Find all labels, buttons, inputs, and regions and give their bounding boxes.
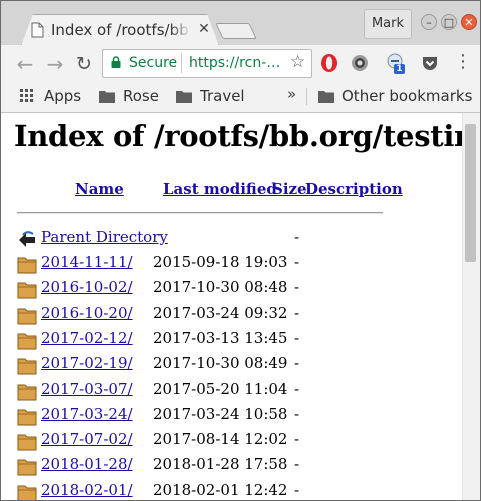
row-size: - <box>294 404 300 423</box>
folder-link[interactable]: 2017-07-02/ <box>41 430 133 448</box>
bookmark-travel[interactable]: Travel <box>200 87 245 105</box>
back-arrow-icon <box>19 231 35 247</box>
folder-icon <box>17 282 37 299</box>
opera-extension-icon[interactable] <box>318 52 340 74</box>
row-modified: 2017-10-30 08:48 <box>153 278 288 297</box>
extension-badge-count: 1 <box>396 64 403 74</box>
bookmarks-overflow-chevron[interactable]: » <box>287 85 296 103</box>
folder-icon <box>17 384 37 400</box>
table-row: 2017-07-02/2017-08-14 12:02- <box>1 428 462 452</box>
column-modified-link[interactable]: Last modified <box>163 180 277 198</box>
row-size: - <box>294 303 300 322</box>
table-row: 2016-10-20/2017-03-24 09:32- <box>1 302 462 326</box>
omnibox-divider <box>181 53 182 73</box>
row-size: - <box>294 228 300 246</box>
folder-icon <box>17 459 37 476</box>
folder-icon <box>17 333 37 350</box>
folder-icon <box>17 434 37 451</box>
maximize-button[interactable]: □ <box>441 14 457 30</box>
table-row: 2016-10-02/2017-10-30 08:48- <box>1 276 462 300</box>
other-bookmarks[interactable]: Other bookmarks <box>342 87 472 105</box>
header-rule <box>17 212 383 214</box>
table-row: 2017-03-24/2017-03-24 10:58- <box>1 403 462 427</box>
column-description-link[interactable]: Description <box>305 180 403 198</box>
folder-icon <box>17 308 37 325</box>
row-modified: 2017-03-13 13:45 <box>153 328 288 347</box>
secure-label: Secure <box>129 55 178 71</box>
folder-link[interactable]: 2014-11-11/ <box>41 253 133 271</box>
bookmarks-divider <box>306 88 307 105</box>
close-window-button[interactable]: ✕ <box>461 14 477 30</box>
row-modified: 2017-10-30 08:49 <box>153 354 288 373</box>
folder-icon <box>17 257 37 274</box>
parent-directory-link[interactable]: Parent Directory <box>41 228 168 246</box>
table-row: 2018-01-28/2018-01-28 17:58- <box>1 453 462 477</box>
row-modified: 2018-02-01 12:42 <box>153 480 288 499</box>
row-size: - <box>294 430 300 449</box>
lock-icon <box>111 56 121 68</box>
settings-gear-icon[interactable] <box>349 52 371 74</box>
folder-icon <box>176 91 192 103</box>
folder-icon <box>17 358 37 375</box>
table-row: 2018-02-01/2018-02-01 12:42- <box>1 479 462 500</box>
row-size: - <box>294 328 300 347</box>
reload-button[interactable]: ↻ <box>73 53 95 75</box>
new-tab-button[interactable] <box>215 23 257 39</box>
browser-window: Index of /rootfs/bb.org/testing ✕ Mark –… <box>0 0 481 501</box>
back-button[interactable]: ← <box>14 53 36 75</box>
row-size: - <box>294 480 300 499</box>
row-modified: 2018-01-28 17:58 <box>153 455 288 474</box>
row-size: - <box>294 253 300 271</box>
parent-directory-row: Parent Directory - <box>1 226 462 250</box>
folder-link[interactable]: 2017-03-24/ <box>41 405 133 423</box>
row-modified: 2017-03-24 10:58 <box>153 404 288 423</box>
url-text[interactable]: https://rcn-… <box>189 55 280 71</box>
row-modified: 2017-05-20 11:04 <box>153 379 288 398</box>
page-icon <box>31 22 44 38</box>
page-content: Index of /rootfs/bb.org/testing Name Las… <box>1 113 462 500</box>
folder-icon <box>318 91 334 103</box>
bookmark-apps[interactable]: Apps <box>44 87 81 105</box>
folder-icon <box>17 409 37 426</box>
row-modified: 2017-08-14 12:02 <box>153 430 288 449</box>
folder-icon <box>17 485 37 500</box>
folder-link[interactable]: 2017-02-19/ <box>41 354 133 372</box>
folder-link[interactable]: 2017-03-07/ <box>41 380 133 398</box>
row-size: - <box>294 278 300 297</box>
row-modified: 2017-03-24 09:32 <box>153 303 288 322</box>
column-name-link[interactable]: Name <box>75 180 124 198</box>
profile-button[interactable]: Mark <box>364 9 412 39</box>
folder-link[interactable]: 2016-10-20/ <box>41 304 133 322</box>
apps-grid-icon <box>20 89 33 102</box>
folder-icon <box>99 91 115 103</box>
table-row: 2017-02-19/2017-10-30 08:49- <box>1 352 462 376</box>
table-row: 2017-02-12/2017-03-13 13:45- <box>1 327 462 351</box>
table-row: 2017-03-07/2017-05-20 11:04- <box>1 378 462 402</box>
folder-link[interactable]: 2016-10-02/ <box>41 278 133 296</box>
bookmark-star-icon[interactable]: ☆ <box>290 52 305 72</box>
tab-close-icon[interactable]: ✕ <box>196 21 212 37</box>
folder-link[interactable]: 2018-02-01/ <box>41 481 133 499</box>
minimize-button[interactable]: – <box>421 14 437 30</box>
row-modified: 2015-09-18 19:03 <box>153 253 288 271</box>
page-title: Index of /rootfs/bb.org/testing <box>14 119 462 153</box>
menu-icon[interactable]: ⋮ <box>454 51 472 73</box>
scrollbar-thumb[interactable] <box>465 124 476 262</box>
folder-link[interactable]: 2017-02-12/ <box>41 329 133 347</box>
folder-link[interactable]: 2018-01-28/ <box>41 455 133 473</box>
pocket-icon[interactable] <box>419 52 441 74</box>
row-size: - <box>294 354 300 373</box>
row-size: - <box>294 379 300 398</box>
table-row: 2014-11-11/2015-09-18 19:03- <box>1 251 462 275</box>
bookmark-rose[interactable]: Rose <box>123 87 159 105</box>
tab-title: Index of /rootfs/bb.org/testing <box>51 21 191 39</box>
column-size-link[interactable]: Size <box>272 180 307 198</box>
forward-button[interactable]: → <box>44 53 66 75</box>
row-size: - <box>294 455 300 474</box>
